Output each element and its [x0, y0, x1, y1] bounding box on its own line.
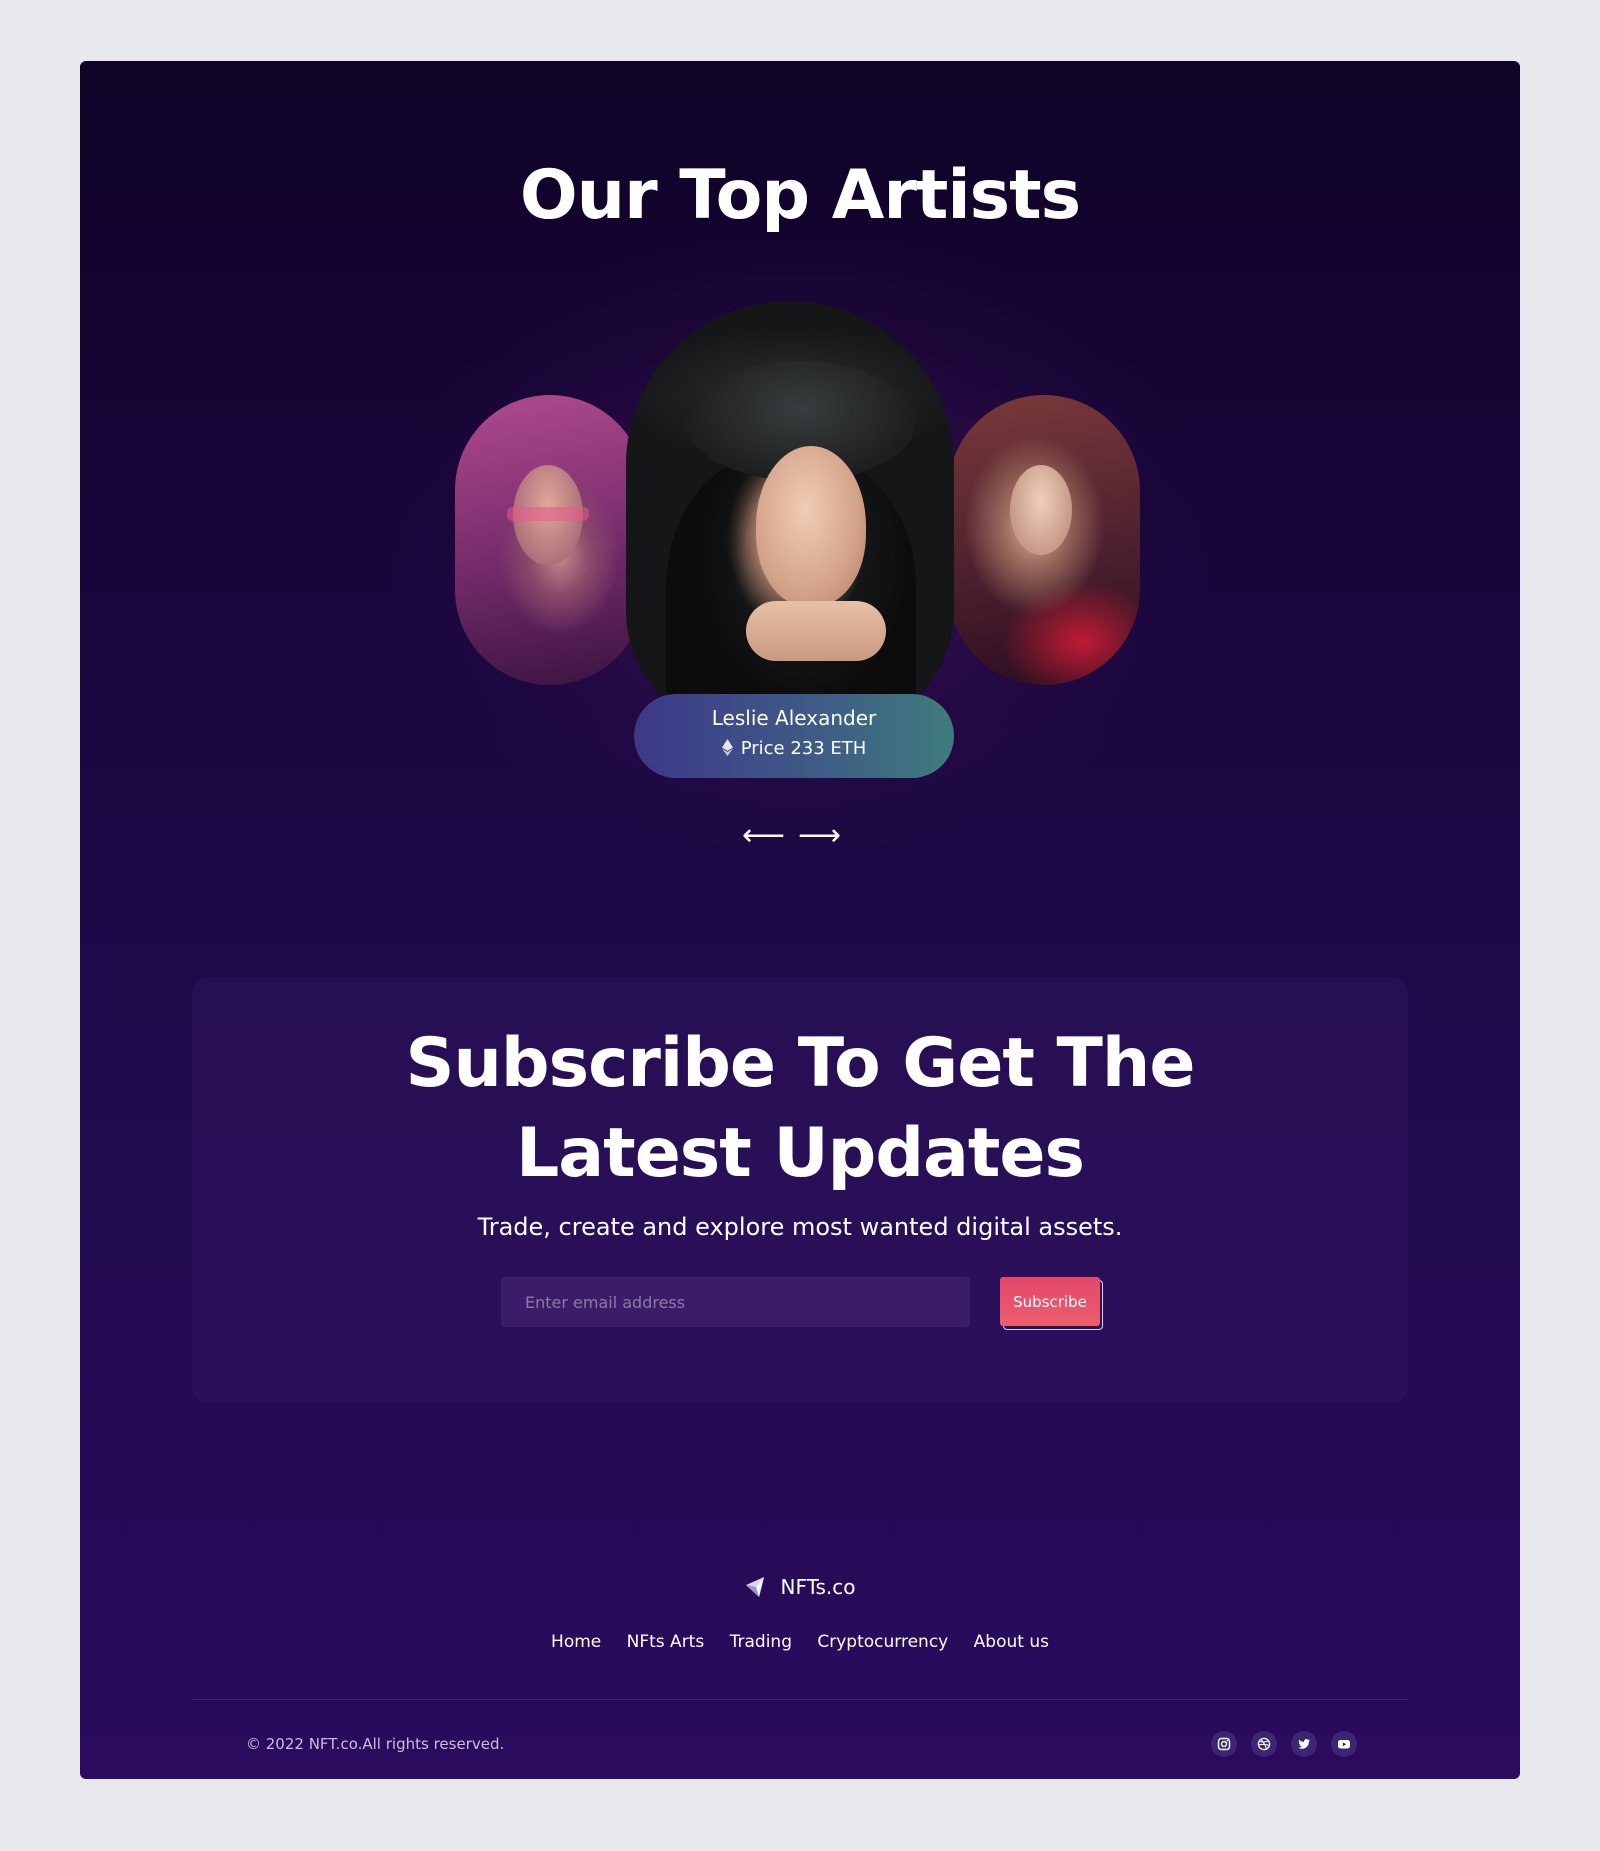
copyright-text: © 2022 NFT.co.All rights reserved.: [246, 1735, 505, 1753]
next-arrow-icon[interactable]: ⟶: [798, 821, 841, 851]
featured-artist-price-row: Price 233 ETH: [634, 738, 954, 761]
twitter-icon[interactable]: [1291, 1731, 1317, 1757]
main-card: Our Top Artists Leslie Alexander Price 2…: [80, 61, 1520, 1779]
artist-image-right[interactable]: [948, 395, 1140, 685]
artist-image-featured[interactable]: [626, 301, 954, 731]
artist-image-left[interactable]: [455, 395, 645, 685]
sunglasses-shape: [507, 507, 589, 521]
brand-logo-icon: [744, 1576, 766, 1603]
instagram-icon[interactable]: [1211, 1731, 1237, 1757]
footer-nav: Home NFts Arts Trading Cryptocurrency Ab…: [80, 1632, 1520, 1652]
subscribe-title-line2: Latest Updates: [515, 1114, 1085, 1193]
subscribe-title: Subscribe To Get The Latest Updates: [80, 1019, 1520, 1199]
footer-divider: [192, 1699, 1408, 1700]
social-links: [1211, 1731, 1371, 1757]
nav-link-nfts-arts[interactable]: NFts Arts: [627, 1632, 705, 1652]
featured-artist-name: Leslie Alexander: [711, 706, 877, 730]
dribbble-icon[interactable]: [1251, 1731, 1277, 1757]
subscribe-description: Trade, create and explore most wanted di…: [477, 1213, 1123, 1241]
featured-artist-card[interactable]: Leslie Alexander Price 233 ETH: [634, 694, 954, 778]
youtube-icon[interactable]: [1331, 1731, 1357, 1757]
nav-link-cryptocurrency[interactable]: Cryptocurrency: [817, 1632, 948, 1652]
subscribe-title-line1: Subscribe To Get The: [405, 1024, 1196, 1103]
featured-artist-price: Price 233 ETH: [740, 738, 867, 759]
email-input[interactable]: [501, 1277, 970, 1327]
nav-link-trading[interactable]: Trading: [730, 1632, 792, 1652]
artist-right-face: [1010, 465, 1072, 555]
nav-link-home[interactable]: Home: [551, 1632, 601, 1652]
subscribe-button[interactable]: Subscribe: [1000, 1277, 1100, 1326]
nav-link-about-us[interactable]: About us: [974, 1632, 1049, 1652]
artist-face-shape: [756, 446, 866, 606]
prev-arrow-icon[interactable]: ⟵: [742, 821, 785, 851]
ethereum-icon: [721, 739, 733, 761]
artist-hand-shape: [746, 601, 886, 661]
brand-name: NFTs.co: [780, 1575, 856, 1599]
artists-title: Our Top Artists: [519, 156, 1081, 235]
footer-brand[interactable]: NFTs.co: [80, 1575, 1520, 1603]
